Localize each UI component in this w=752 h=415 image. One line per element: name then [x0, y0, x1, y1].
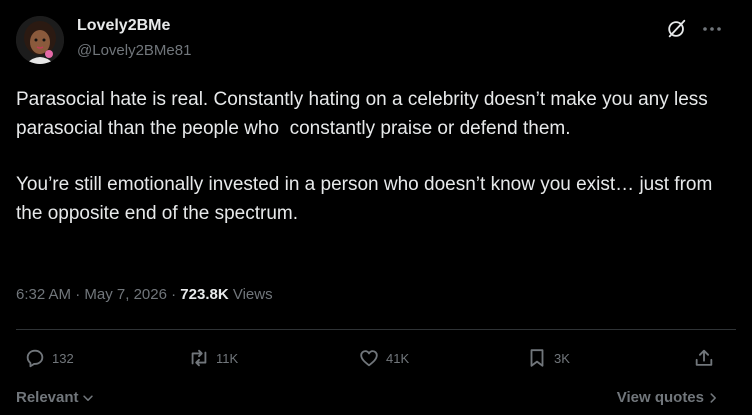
- divider: [16, 329, 736, 330]
- meta-separator: ·: [171, 286, 177, 303]
- view-quotes-link[interactable]: View quotes: [617, 389, 720, 406]
- reply-icon: [26, 349, 44, 368]
- sort-label: Relevant: [16, 389, 79, 406]
- post-text: Parasocial hate is real. Constantly hati…: [16, 86, 732, 228]
- author-handle[interactable]: @Lovely2BMe81: [77, 42, 191, 59]
- like-count: 41K: [386, 350, 410, 366]
- view-quotes-label: View quotes: [616, 389, 704, 406]
- reply-count: 132: [52, 350, 74, 366]
- chevron-down-icon: [82, 394, 93, 401]
- heart-icon: [360, 350, 378, 367]
- like-button[interactable]: 41K: [358, 345, 409, 371]
- post-paragraph: Parasocial hate is real. Constantly hati…: [16, 89, 714, 139]
- bookmark-button[interactable]: 3K: [526, 345, 570, 371]
- views-label: Views: [232, 286, 273, 303]
- author-display-name[interactable]: Lovely2BMe: [77, 17, 170, 35]
- repost-icon: [191, 349, 207, 367]
- more-icon[interactable]: [700, 18, 724, 40]
- post-meta: 6:32 AM · May 7, 2026 · 723.8K Views: [16, 286, 273, 303]
- share-icon: [695, 349, 713, 366]
- reply-button[interactable]: 132: [24, 345, 74, 371]
- bookmark-count: 3K: [554, 350, 570, 366]
- chevron-right-icon: [710, 392, 716, 403]
- bookmark-icon: [530, 349, 544, 367]
- repost-count: 11K: [216, 350, 239, 366]
- tweet: Lovely2BMe @Lovely2BMe81 Parasocial hate…: [0, 0, 752, 415]
- grok-icon[interactable]: [666, 18, 688, 40]
- avatar[interactable]: [16, 16, 64, 64]
- avatar-image: [16, 16, 64, 64]
- repost-button[interactable]: 11K: [188, 345, 238, 371]
- share-button[interactable]: [693, 345, 715, 371]
- post-paragraph: You’re still emotionally invested in a p…: [16, 174, 718, 224]
- post-time[interactable]: 6:32 AM: [16, 286, 71, 303]
- post-date[interactable]: May 7, 2026: [84, 286, 167, 303]
- meta-separator: ·: [75, 286, 81, 303]
- views-count: 723.8K: [180, 286, 229, 303]
- sort-replies-dropdown[interactable]: Relevant: [16, 389, 95, 406]
